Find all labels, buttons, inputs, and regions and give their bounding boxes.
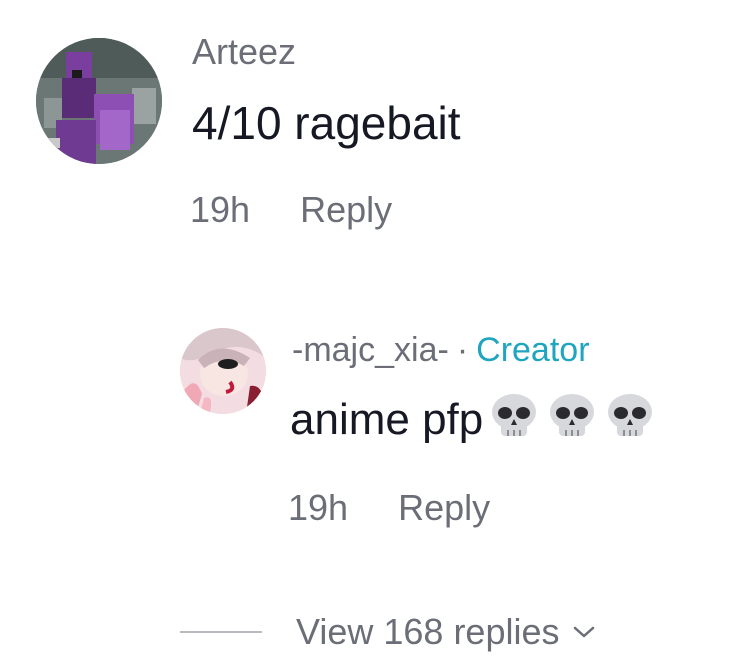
- reply-text: anime pfp: [290, 395, 484, 444]
- skull-emoji-icon: [492, 394, 537, 436]
- comment-username[interactable]: Arteez: [192, 30, 296, 74]
- comment-timestamp: 19h: [190, 189, 251, 230]
- reply-button[interactable]: Reply: [300, 189, 392, 230]
- pixel-character-avatar-icon: [36, 38, 162, 164]
- skull-emoji-icon: [608, 394, 653, 436]
- skull-emoji-icon: [550, 394, 595, 436]
- reply-header: -majc_xia- · Creator: [292, 328, 590, 372]
- avatar[interactable]: [36, 38, 162, 164]
- reply-button[interactable]: Reply: [398, 487, 490, 528]
- comment-meta: 19h Reply: [190, 188, 392, 232]
- comment-text: 4/10 ragebait: [192, 97, 461, 149]
- reply-username[interactable]: -majc_xia-: [292, 331, 449, 369]
- reply-meta: 19h Reply: [288, 486, 490, 530]
- anime-character-avatar-icon: [180, 328, 266, 414]
- avatar[interactable]: [180, 328, 266, 414]
- view-replies-button[interactable]: View 168 replies: [180, 608, 596, 656]
- chevron-down-icon: [573, 626, 594, 638]
- creator-badge: Creator: [476, 331, 590, 369]
- separator-dot: ·: [456, 331, 469, 369]
- view-replies-label: View 168 replies: [296, 611, 560, 652]
- divider-line: [180, 631, 262, 633]
- reply-timestamp: 19h: [288, 487, 349, 528]
- reply-text-row: anime pfp: [290, 392, 657, 448]
